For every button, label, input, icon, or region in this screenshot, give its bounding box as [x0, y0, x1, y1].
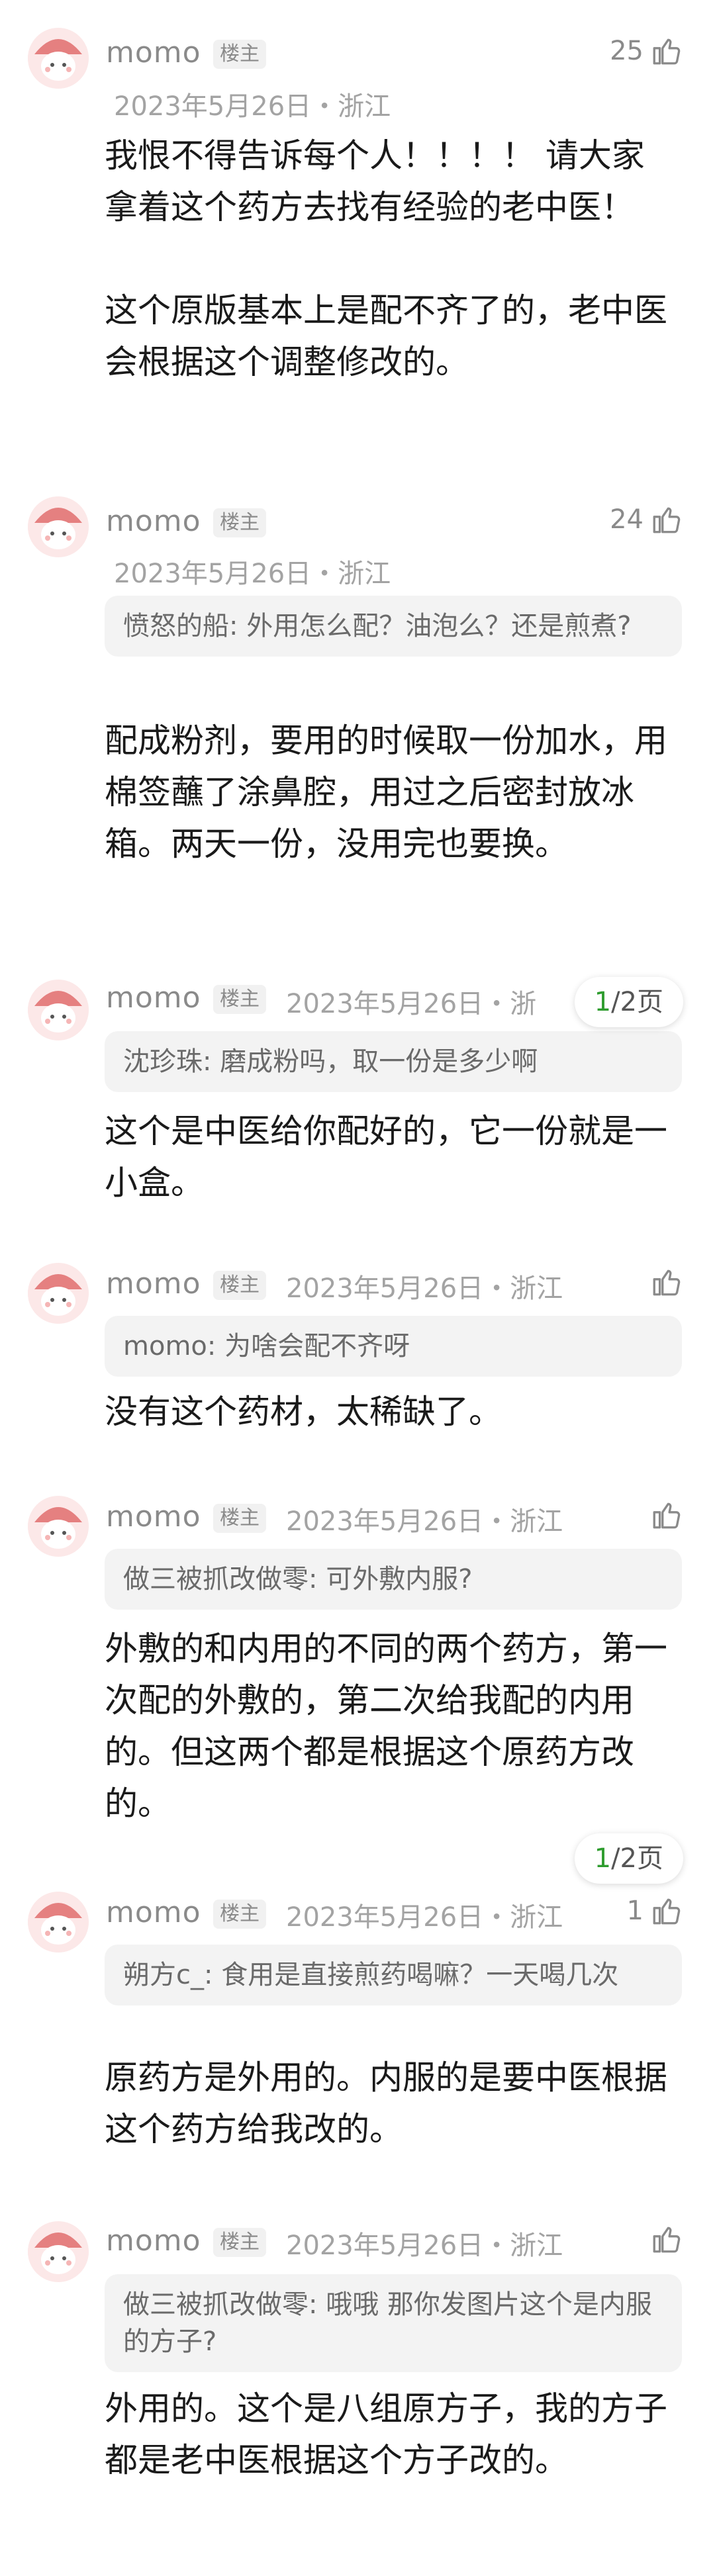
page-indicator[interactable]: 1/2页: [574, 1833, 683, 1884]
comment-date: 2023年5月26日・浙江: [286, 1506, 563, 1537]
page-current: 1: [594, 1843, 612, 1874]
quote-separator: :: [309, 2289, 326, 2320]
like-button[interactable]: [650, 1498, 683, 1532]
thumbs-up-icon: [653, 1898, 681, 1925]
avatar-icon: [28, 28, 89, 89]
page-indicator[interactable]: 1/2页: [574, 977, 683, 1027]
quoted-reply[interactable]: 朔方c_: 食用是直接煎药喝嘛？一天喝几次: [105, 1945, 682, 2005]
avatar-icon: [28, 2221, 89, 2282]
thumbs-up-icon: [653, 1502, 681, 1529]
comment-date: 2023年5月26日・浙江: [114, 559, 391, 589]
quoted-reply[interactable]: 做三被抓改做零: 哦哦 那你发图片这个是内服的方子?: [105, 2274, 682, 2372]
quote-separator: :: [309, 1564, 326, 1594]
quoted-reply[interactable]: 沈珍珠: 磨成粉吗，取一份是多少啊: [105, 1031, 682, 1092]
op-badge: 楼主: [213, 508, 266, 537]
page-current: 1: [594, 987, 612, 1017]
avatar[interactable]: [28, 1892, 89, 1953]
avatar[interactable]: [28, 496, 89, 557]
op-badge: 楼主: [213, 985, 266, 1014]
thumbs-up-icon: [653, 2227, 681, 2253]
quoted-user: 做三被抓改做零: [123, 2289, 309, 2320]
author-name[interactable]: momo: [106, 1896, 201, 1929]
author-name[interactable]: momo: [106, 504, 201, 538]
quoted-user: 沈珍珠: [123, 1046, 203, 1077]
avatar[interactable]: [28, 28, 89, 89]
avatar[interactable]: [28, 1263, 89, 1324]
quoted-user: 做三被抓改做零: [123, 1564, 309, 1594]
comment-text: 这个是中医给你配好的，它一份就是一小盒。: [105, 1112, 667, 1202]
author-name[interactable]: momo: [106, 2224, 201, 2258]
comment-text: 原药方是外用的。内服的是要中医根据这个药方给我改的。: [105, 2058, 667, 2148]
comment-text: 我恨不得告诉每个人！！！！ 请大家拿着这个药方去找有经验的老中医！ 这个原版基本…: [105, 136, 667, 381]
quoted-reply[interactable]: 愤怒的船: 外用怎么配？油泡么？还是煎煮?: [105, 596, 682, 657]
thumbs-up-icon: [653, 507, 681, 533]
avatar-icon: [28, 980, 89, 1040]
page-total: /2页: [611, 1843, 663, 1874]
quote-separator: :: [207, 1331, 225, 1361]
like-button[interactable]: 25: [610, 34, 683, 68]
quote-separator: :: [203, 1046, 220, 1077]
quoted-reply[interactable]: momo: 为啥会配不齐呀: [105, 1316, 682, 1377]
comment-text: 配成粉剂，要用的时候取一份加水，用棉签蘸了涂鼻腔，用过之后密封放冰箱。两天一份，…: [105, 721, 667, 863]
author-name[interactable]: momo: [106, 1267, 201, 1301]
author-name[interactable]: momo: [106, 1500, 201, 1534]
comment-date: 2023年5月26日・浙江: [286, 1273, 563, 1304]
quoted-text: 食用是直接煎药喝嘛？一天喝几次: [221, 1960, 619, 1990]
avatar[interactable]: [28, 1496, 89, 1557]
like-count: 1: [626, 1896, 644, 1926]
avatar-icon: [28, 1263, 89, 1324]
op-badge: 楼主: [213, 2228, 266, 2257]
op-badge: 楼主: [213, 40, 266, 69]
quoted-reply[interactable]: 做三被抓改做零: 可外敷内服?: [105, 1549, 682, 1610]
quoted-text: 为啥会配不齐呀: [224, 1331, 410, 1361]
quote-separator: :: [229, 611, 247, 641]
comment-text: 外敷的和内用的不同的两个药方，第一次配的外敷的，第二次给我配的内用的。但这两个都…: [105, 1630, 667, 1823]
page-total: /2页: [611, 987, 663, 1017]
quote-separator: :: [204, 1960, 222, 1990]
avatar-icon: [28, 1892, 89, 1953]
comment-date: 2023年5月26日・浙江: [114, 91, 391, 122]
comment-date: 2023年5月26日・浙江: [286, 2231, 563, 2261]
op-badge: 楼主: [213, 1504, 266, 1533]
quoted-text: 磨成粉吗，取一份是多少啊: [220, 1046, 538, 1077]
like-button[interactable]: 1: [627, 1894, 683, 1927]
like-button[interactable]: [650, 2223, 683, 2256]
thumbs-up-icon: [653, 38, 681, 65]
like-button[interactable]: [650, 1265, 683, 1299]
like-count: 24: [610, 504, 644, 535]
comment-date: 2023年5月26日・浙: [286, 989, 537, 1019]
like-count: 25: [610, 36, 644, 66]
comment-text: 外用的。这个是八组原方子，我的方子都是老中医根据这个方子改的。: [105, 2389, 667, 2479]
quoted-user: 朔方c_: [123, 1960, 204, 1990]
avatar[interactable]: [28, 980, 89, 1040]
like-button[interactable]: 24: [610, 503, 683, 536]
avatar-icon: [28, 1496, 89, 1557]
op-badge: 楼主: [213, 1271, 266, 1300]
quoted-text: 外用怎么配？油泡么？还是煎煮?: [246, 611, 632, 641]
avatar[interactable]: [28, 2221, 89, 2282]
quoted-user: 愤怒的船: [123, 611, 229, 641]
author-name[interactable]: momo: [106, 981, 201, 1015]
thumbs-up-icon: [653, 1269, 681, 1296]
comment-date: 2023年5月26日・浙江: [286, 1902, 563, 1933]
quoted-user: momo: [123, 1331, 207, 1361]
author-name[interactable]: momo: [106, 36, 201, 69]
quoted-text: 可外敷内服?: [326, 1564, 473, 1594]
avatar-icon: [28, 496, 89, 557]
op-badge: 楼主: [213, 1900, 266, 1929]
comment-text: 没有这个药材，太稀缺了。: [105, 1393, 502, 1431]
